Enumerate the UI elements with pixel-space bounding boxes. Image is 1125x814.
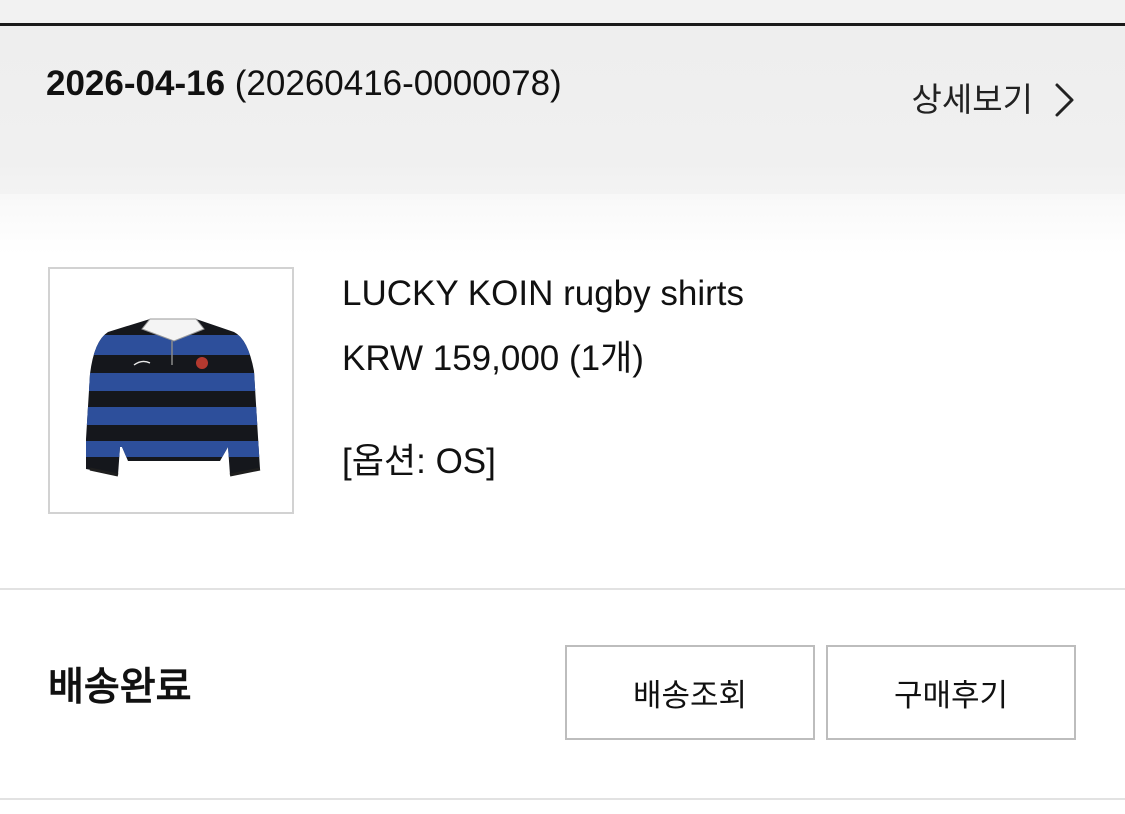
write-review-button[interactable]: 구매후기	[826, 645, 1076, 740]
delivery-status: 배송완료	[48, 665, 192, 710]
order-id: 2026-04-16 (20260416-0000078)	[46, 64, 562, 104]
product-thumbnail[interactable]	[48, 267, 294, 514]
track-delivery-button[interactable]: 배송조회	[565, 645, 815, 740]
rugby-shirt-thumbnail-icon	[86, 318, 261, 477]
section-divider	[0, 588, 1125, 590]
product-price: KRW 159,000 (1개)	[342, 339, 644, 378]
detail-link[interactable]: 상세보기	[912, 80, 1077, 120]
order-date: 2026-04-16	[46, 64, 226, 103]
order-number: (20260416-0000078)	[225, 64, 562, 103]
product-option: [옵션: OS]	[342, 442, 496, 481]
bottom-divider	[0, 798, 1125, 800]
top-strip	[0, 0, 1125, 24]
detail-link-label: 상세보기	[911, 80, 1033, 119]
product-name[interactable]: LUCKY KOIN rugby shirts	[342, 274, 744, 314]
chevron-right-icon	[1055, 83, 1074, 117]
